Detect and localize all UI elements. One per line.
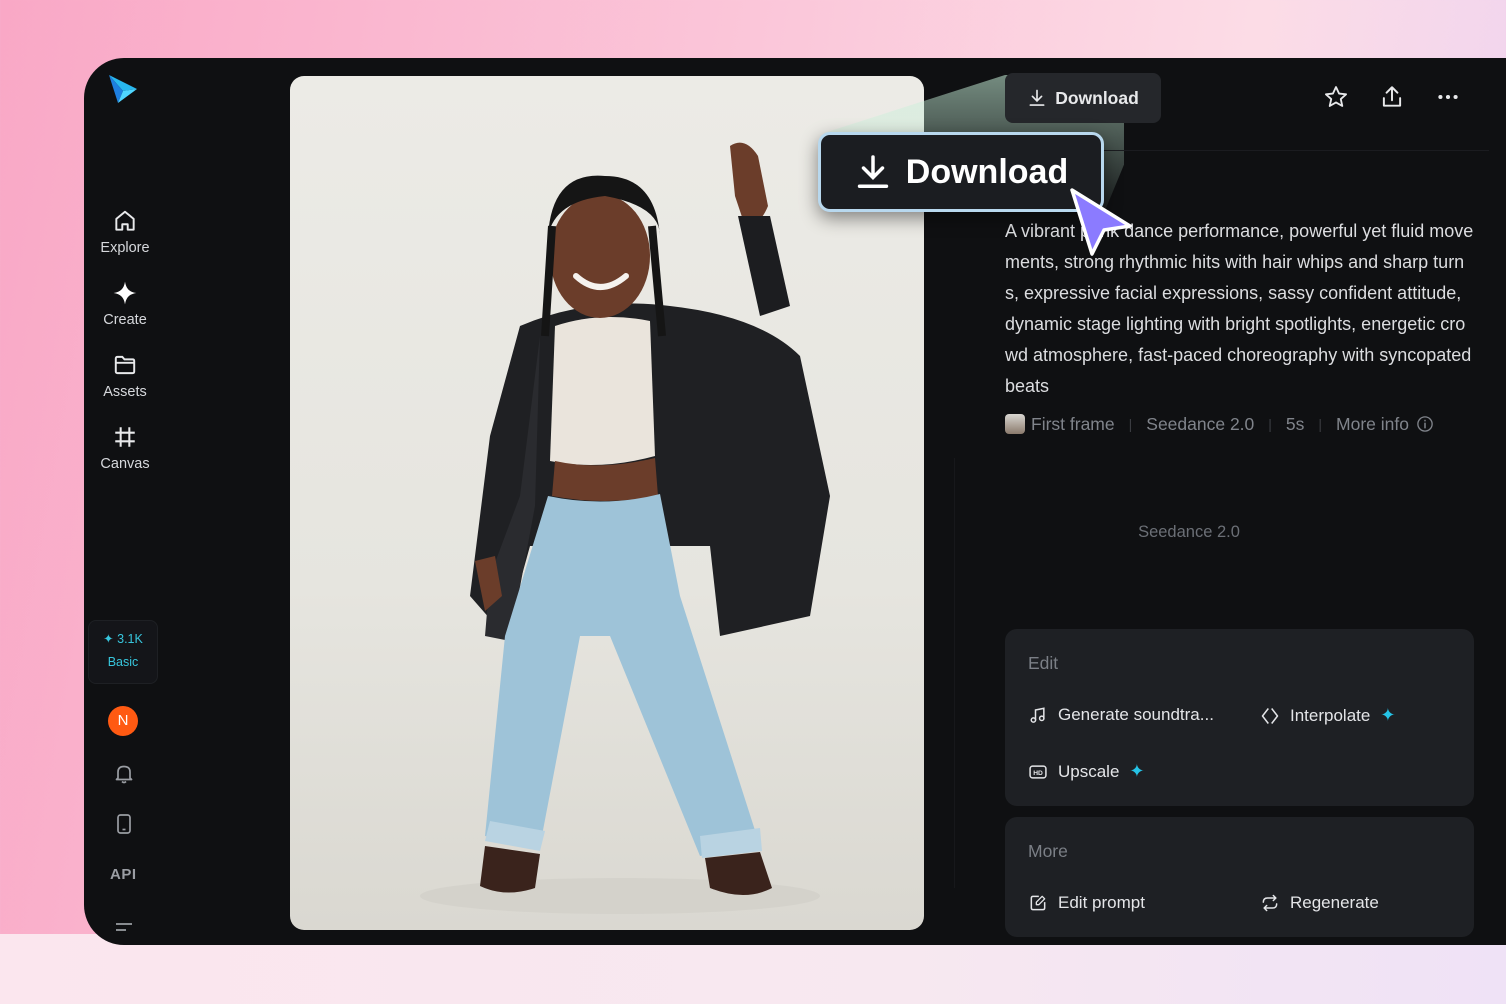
download-icon — [857, 155, 888, 188]
meta-separator: | — [1318, 416, 1323, 432]
folder-icon — [114, 355, 136, 375]
api-link[interactable]: API — [110, 866, 137, 883]
sidebar-item-label: Canvas — [100, 456, 150, 472]
bell-icon[interactable] — [112, 761, 136, 785]
credits-count: ✦ 3.1K — [103, 632, 143, 646]
edit-card-title: Edit — [1028, 653, 1059, 673]
menu-icon[interactable] — [112, 916, 136, 940]
first-frame-link[interactable]: First frame — [1005, 414, 1115, 435]
first-frame-thumbnail — [1005, 414, 1025, 434]
edit-card: Edit Generate soundtra... Interpolate ✦ … — [1005, 629, 1474, 806]
upscale-button[interactable]: HD Upscale ✦ — [1028, 761, 1145, 782]
premium-sparkle-icon: ✦ — [1380, 705, 1396, 725]
plan-label: Basic — [107, 655, 139, 669]
svg-text:HD: HD — [1033, 769, 1043, 776]
more-card: More Edit prompt Regenerate — [1005, 817, 1474, 937]
action-label: Interpolate — [1290, 705, 1371, 725]
more-info-label: More info — [1336, 413, 1409, 434]
hd-icon: HD — [1029, 764, 1047, 779]
sidebar-item-create[interactable]: Create — [84, 280, 166, 328]
action-label: Regenerate — [1290, 893, 1379, 912]
download-callout-label: Download — [905, 152, 1069, 191]
share-icon[interactable] — [1379, 84, 1405, 110]
star-icon[interactable] — [1323, 84, 1349, 110]
mobile-icon[interactable] — [112, 812, 136, 836]
more-card-title: More — [1028, 841, 1068, 861]
model-name: Seedance 2.0 — [1146, 413, 1255, 434]
canvas-icon — [115, 427, 135, 447]
app-window: Explore Create Assets Canvas ✦ 3.1K Basi… — [84, 58, 1506, 945]
generate-soundtrack-button[interactable]: Generate soundtra... — [1028, 705, 1214, 725]
duration: 5s — [1285, 413, 1305, 434]
edit-prompt-button[interactable]: Edit prompt — [1028, 893, 1145, 913]
download-button-label: Download — [1055, 87, 1139, 108]
panel-divider — [954, 458, 955, 888]
first-frame-label: First frame — [1031, 413, 1115, 434]
sidebar: Explore Create Assets Canvas ✦ 3.1K Basi… — [84, 58, 166, 945]
sidebar-item-label: Create — [103, 312, 147, 328]
generation-meta: First frame | Seedance 2.0 | 5s | More i… — [1005, 412, 1434, 436]
edit-prompt-icon — [1030, 895, 1046, 911]
cursor-pointer-icon — [1070, 188, 1132, 256]
sidebar-item-explore[interactable]: Explore — [84, 208, 166, 256]
action-label: Edit prompt — [1058, 893, 1145, 912]
app-logo[interactable] — [106, 72, 140, 106]
download-icon — [1029, 89, 1045, 106]
sidebar-item-label: Explore — [100, 240, 150, 256]
home-icon — [115, 210, 135, 231]
download-callout-button[interactable]: Download — [818, 132, 1104, 212]
action-label: Upscale — [1058, 761, 1120, 781]
sidebar-item-assets[interactable]: Assets — [84, 352, 166, 400]
avatar[interactable]: N — [108, 706, 138, 736]
sparkle-icon: ✦ — [103, 632, 114, 646]
meta-separator: | — [1268, 416, 1272, 432]
action-label: Generate soundtra... — [1058, 705, 1214, 724]
music-note-icon — [1030, 707, 1045, 723]
regenerate-icon — [1262, 894, 1278, 912]
info-icon — [1417, 416, 1433, 432]
more-info-link[interactable]: More info — [1336, 414, 1434, 435]
credits-badge[interactable]: ✦ 3.1K Basic — [88, 620, 158, 684]
interpolate-icon — [1261, 707, 1279, 724]
sidebar-item-label: Assets — [103, 384, 147, 400]
sidebar-item-canvas[interactable]: Canvas — [84, 424, 166, 472]
meta-separator: | — [1128, 416, 1133, 432]
download-button[interactable]: Download — [1005, 73, 1161, 123]
model-label: Seedance 2.0 — [1138, 523, 1240, 541]
sparkle-icon — [113, 281, 137, 305]
interpolate-button[interactable]: Interpolate ✦ — [1260, 705, 1395, 726]
more-options-icon[interactable] — [1435, 84, 1461, 110]
regenerate-button[interactable]: Regenerate — [1260, 893, 1379, 913]
premium-sparkle-icon: ✦ — [1129, 761, 1145, 781]
